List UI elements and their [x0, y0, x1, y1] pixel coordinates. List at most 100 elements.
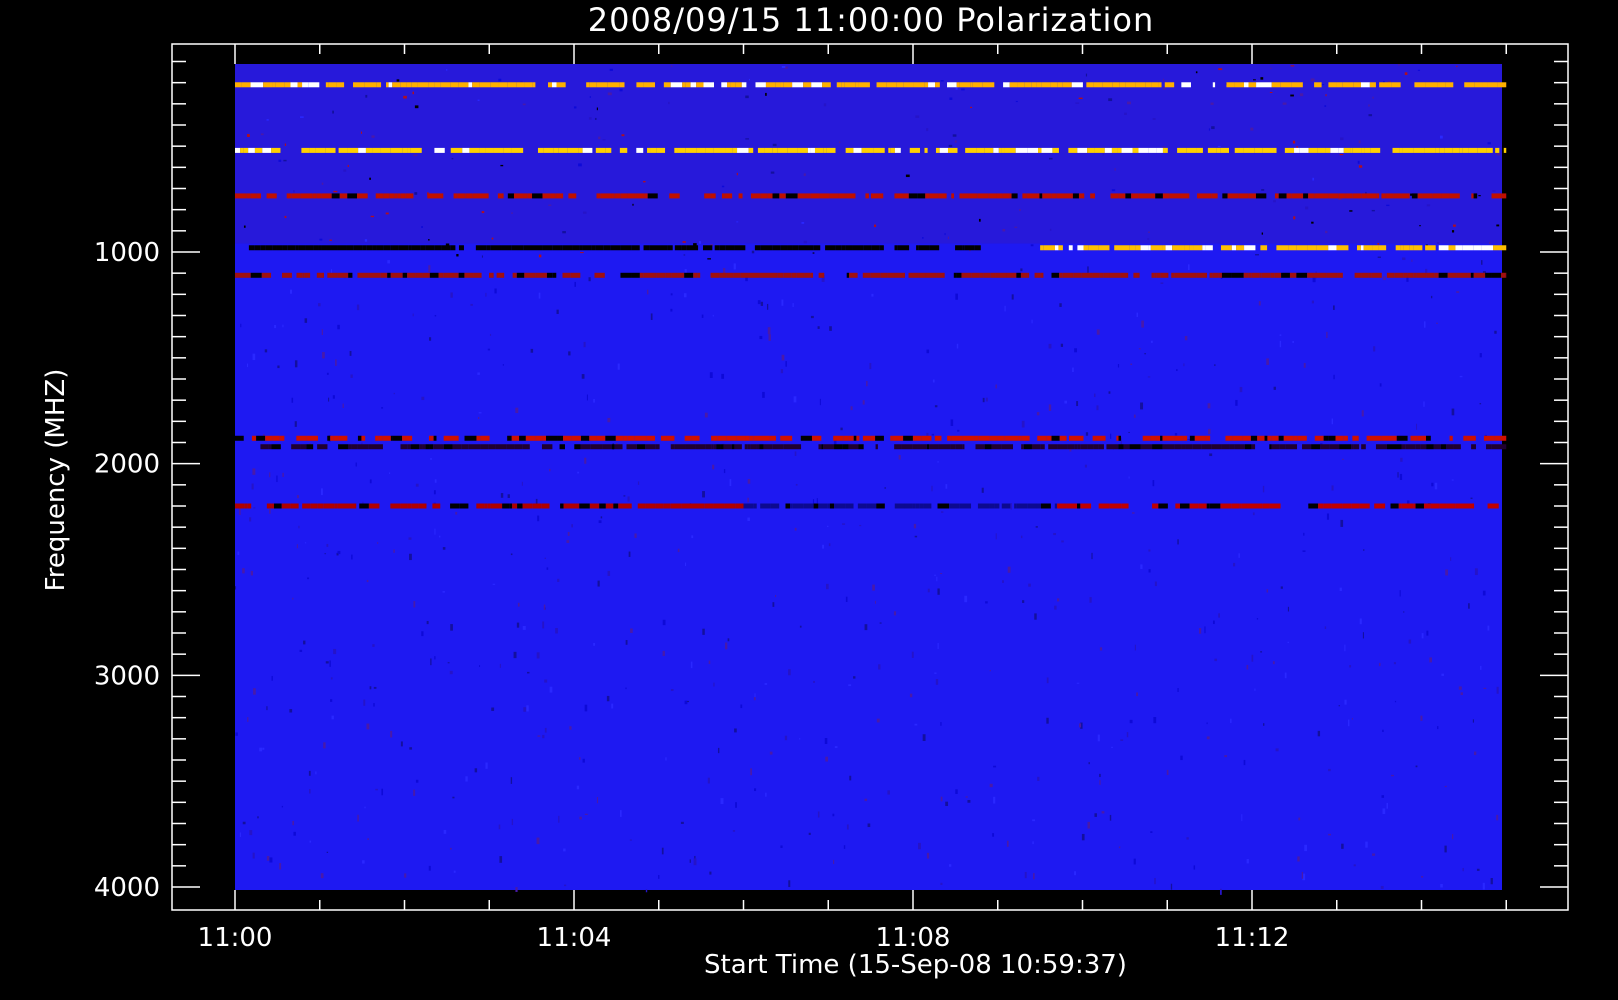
heatmap-band-segment	[1444, 147, 1453, 153]
heatmap-noise-cell	[1099, 773, 1101, 778]
heatmap-band-segment	[1464, 503, 1475, 509]
heatmap-band-segment	[490, 82, 499, 88]
heatmap-noise-cell	[1351, 718, 1353, 720]
heatmap-band-segment	[419, 444, 423, 450]
heatmap-noise-cell	[1187, 438, 1190, 441]
heatmap-band-segment	[408, 245, 412, 251]
heatmap-band-segment	[977, 503, 990, 509]
heatmap-band-segment	[871, 245, 880, 251]
heatmap-band-segment	[1473, 245, 1482, 251]
heatmap-band-segment	[1413, 147, 1425, 153]
x-axis-label: Start Time (15-Sep-08 10:59:37)	[704, 950, 1127, 980]
heatmap-noise-cell	[1059, 303, 1062, 307]
heatmap-band-segment	[697, 272, 701, 278]
heatmap-band-segment	[1108, 82, 1113, 88]
heatmap-band-segment	[705, 444, 712, 450]
heatmap-noise-cell	[1166, 769, 1169, 776]
heatmap-band-segment	[1057, 444, 1068, 450]
heatmap-band-segment	[981, 272, 984, 278]
heatmap-noise-cell	[307, 577, 310, 580]
heatmap-noise-cell	[325, 661, 329, 664]
heatmap-band-segment	[908, 193, 918, 199]
heatmap-band-segment	[845, 147, 854, 153]
heatmap-band-segment	[1152, 444, 1163, 450]
heatmap-band-segment	[552, 82, 557, 88]
heatmap-noise-cell	[1084, 464, 1087, 468]
heatmap-noise-cell	[1481, 260, 1483, 265]
heatmap-band-segment	[266, 193, 277, 199]
heatmap-band-segment	[856, 435, 860, 441]
heatmap-noise-cell	[658, 874, 660, 879]
heatmap-noise-cell	[625, 640, 628, 645]
heatmap-band-segment	[912, 435, 922, 441]
heatmap-band-segment	[302, 503, 307, 509]
heatmap-band-segment	[848, 444, 859, 450]
heatmap-band-segment	[1037, 272, 1041, 278]
heatmap-band-segment	[734, 444, 742, 450]
heatmap-noise-cell	[646, 289, 649, 295]
heatmap-band-segment	[1468, 147, 1478, 153]
heatmap-noise-cell	[1496, 224, 1500, 227]
heatmap-noise-cell	[390, 730, 393, 738]
heatmap-band-segment	[265, 245, 273, 251]
heatmap-band-segment	[818, 444, 822, 450]
heatmap-noise-cell	[691, 535, 694, 539]
heatmap-band-segment	[818, 503, 828, 509]
heatmap-noise-cell	[1261, 232, 1264, 235]
heatmap-band-segment	[402, 147, 408, 153]
heatmap-band-segment	[613, 503, 619, 509]
heatmap-noise-cell	[794, 527, 797, 531]
heatmap-band-segment	[829, 503, 835, 509]
heatmap-band-segment	[1474, 82, 1483, 88]
heatmap-noise-cell	[824, 738, 828, 744]
heatmap-band-segment	[904, 503, 913, 509]
heatmap-band-segment	[392, 82, 401, 88]
heatmap-noise-cell	[1154, 581, 1157, 587]
heatmap-noise-cell	[237, 551, 240, 556]
heatmap-band-segment	[674, 444, 686, 450]
heatmap-band-segment	[317, 444, 328, 450]
heatmap-band-segment	[383, 193, 390, 199]
heatmap-noise-cell	[1208, 128, 1211, 131]
heatmap-band-segment	[1378, 245, 1387, 251]
heatmap-band-segment	[485, 147, 494, 153]
heatmap-band-segment	[607, 82, 620, 88]
heatmap-noise-cell	[1273, 386, 1276, 390]
heatmap-band-segment	[562, 245, 573, 251]
heatmap-band-segment	[297, 82, 303, 88]
heatmap-noise-cell	[1004, 305, 1006, 312]
heatmap-low-frequency-region	[235, 64, 1502, 244]
heatmap-band-segment	[858, 444, 864, 450]
heatmap-noise-cell	[1136, 312, 1139, 317]
heatmap-band-segment	[684, 435, 692, 441]
heatmap-noise-cell	[400, 741, 403, 747]
heatmap-band-segment	[567, 147, 579, 153]
heatmap-band-segment	[836, 82, 842, 88]
heatmap-band-segment	[301, 147, 310, 153]
heatmap-band	[235, 503, 744, 509]
heatmap-band-segment	[1381, 435, 1389, 441]
heatmap-band-segment	[402, 435, 406, 441]
heatmap-band-segment	[434, 245, 442, 251]
heatmap-band-segment	[1155, 193, 1163, 199]
heatmap-noise-cell	[1150, 831, 1153, 833]
heatmap-band-segment	[1094, 147, 1105, 153]
heatmap-band-segment	[720, 444, 724, 450]
heatmap-band-segment	[1403, 245, 1410, 251]
heatmap-band-segment	[908, 272, 919, 278]
heatmap-band-segment	[1288, 245, 1297, 251]
heatmap-band-segment	[407, 147, 411, 153]
heatmap-noise-cell	[848, 684, 852, 687]
heatmap-noise-cell	[298, 525, 300, 529]
heatmap-noise-cell	[740, 704, 743, 709]
heatmap-noise-cell	[426, 620, 429, 625]
heatmap-noise-cell	[609, 68, 613, 71]
heatmap-noise-cell	[1299, 93, 1304, 97]
heatmap-band-segment	[1423, 503, 1431, 509]
heatmap-noise-cell	[1193, 865, 1196, 870]
heatmap-band-segment	[481, 193, 489, 199]
heatmap-band-segment	[1125, 193, 1132, 199]
heatmap-noise-cell	[481, 255, 484, 258]
heatmap-band-segment	[517, 503, 523, 509]
heatmap-noise-cell	[1174, 432, 1178, 436]
